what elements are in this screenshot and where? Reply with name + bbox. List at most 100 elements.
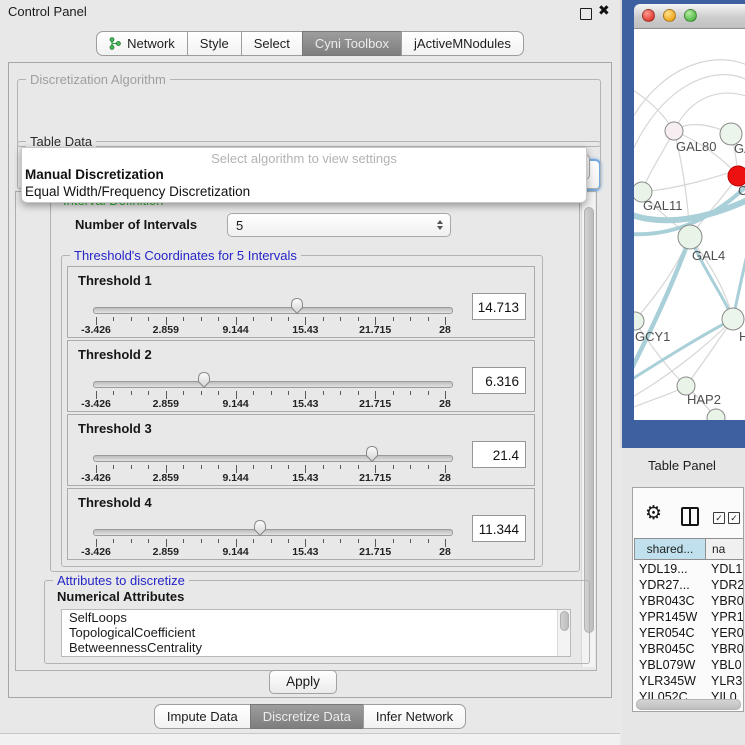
slider-tick (148, 317, 149, 321)
slider-tick (393, 465, 394, 469)
attribute-list-item[interactable]: SelfLoops (62, 610, 570, 625)
horizontal-scrollbar-thumb[interactable] (636, 699, 741, 710)
network-view-window: GAL80GACGAL11GAL4GCY1HHAP2 (634, 4, 745, 420)
settings-scroll-panel: Interval Definition Number of Intervals … (15, 191, 597, 671)
table-row[interactable]: YBL079WYBL0 (634, 658, 744, 674)
dropdown-option-equal-width[interactable]: Equal Width/Frequency Discretization (22, 183, 586, 200)
slider-tick-label: 28 (439, 546, 451, 558)
slider-track[interactable] (93, 455, 453, 462)
tab-discretize-data[interactable]: Discretize Data (250, 704, 364, 729)
slider-thumb[interactable] (364, 445, 380, 463)
slider-track[interactable] (93, 381, 453, 388)
tab-infer-network[interactable]: Infer Network (363, 704, 466, 729)
threshold-row: Threshold 3-3.4262.8599.14415.4321.71528… (67, 414, 535, 486)
top-tab-bar: Network Style Select Cyni Toolbox jActiveMNo… (0, 31, 620, 56)
table-row[interactable]: YDR27...YDR2 (634, 578, 744, 594)
network-node[interactable] (634, 312, 644, 330)
network-node[interactable] (722, 308, 744, 330)
float-window-icon[interactable] (580, 8, 592, 20)
number-of-intervals-combobox[interactable]: 5 (227, 213, 451, 237)
network-graph: GAL80GACGAL11GAL4GCY1HHAP2 (634, 29, 745, 420)
slider-track[interactable] (93, 529, 453, 536)
mac-minimize-button[interactable] (663, 9, 676, 22)
table-row[interactable]: YDL19...YDL1 (634, 562, 744, 578)
cell-shared-name: YBR045C (639, 642, 695, 656)
slider-tick-label: -3.426 (81, 324, 111, 336)
threshold-value-field[interactable]: 11.344 (472, 515, 526, 542)
table-row[interactable]: YBR045CYBR0 (634, 642, 744, 658)
threshold-label: Threshold 1 (78, 273, 152, 288)
gear-icon[interactable]: ⚙ (645, 504, 662, 523)
network-edge[interactable] (634, 60, 745, 124)
tab-label: Style (200, 36, 229, 51)
bottom-tab-bar: Impute Data Discretize DataInfer Network (0, 704, 620, 729)
checkbox-icon[interactable]: ✓ (713, 512, 725, 524)
cell-name: YBR0 (711, 594, 744, 608)
cell-name: YDL1 (711, 562, 742, 576)
node-label: GAL80 (676, 139, 716, 154)
tab-jactivemnodules[interactable]: jActiveMNodules (401, 31, 524, 56)
algorithm-dropdown-popup: Select algorithm to view settings Manual… (21, 147, 587, 203)
network-node[interactable] (678, 225, 702, 249)
slider-tick (288, 391, 289, 395)
threshold-value-field[interactable]: 6.316 (472, 367, 526, 394)
tab-impute-data[interactable]: Impute Data (154, 704, 251, 729)
slider-tick (113, 465, 114, 469)
table-row[interactable]: YPR145WYPR1 (634, 610, 744, 626)
table-row[interactable]: YBR043CYBR0 (634, 594, 744, 610)
network-edge[interactable] (686, 319, 733, 386)
network-canvas[interactable]: GAL80GACGAL11GAL4GCY1HHAP2 (634, 29, 745, 420)
slider-tick (131, 317, 132, 321)
column-header-name[interactable]: na (705, 538, 744, 560)
network-edge-highlighted[interactable] (634, 237, 690, 374)
slider-tick (340, 317, 341, 321)
slider-tick (183, 465, 184, 469)
thresholds-group: Threshold's Coordinates for 5 Intervals … (61, 255, 543, 567)
tab-select[interactable]: Select (241, 31, 303, 56)
tab-network[interactable]: Network (96, 31, 188, 56)
thresholds-legend: Threshold's Coordinates for 5 Intervals (70, 248, 301, 263)
threshold-value-field[interactable]: 14.713 (472, 293, 526, 320)
tab-label: Impute Data (167, 709, 238, 724)
slider-tick-label: 15.43 (292, 472, 318, 484)
slider-tick (323, 465, 324, 469)
dropdown-option-manual[interactable]: Manual Discretization (22, 166, 586, 183)
scrollbar-thumb[interactable] (584, 207, 594, 633)
tab-style[interactable]: Style (187, 31, 242, 56)
apply-button[interactable]: Apply (269, 670, 337, 694)
slider-tick (428, 317, 429, 321)
checkbox-icon[interactable]: ✓ (728, 512, 740, 524)
threshold-value-field[interactable]: 21.4 (472, 441, 526, 468)
table-row[interactable]: YER054CYER0 (634, 626, 744, 642)
columns-icon[interactable] (681, 507, 699, 526)
slider-thumb[interactable] (196, 371, 212, 389)
slider-thumb[interactable] (252, 519, 268, 537)
list-scrollbar-track[interactable] (557, 610, 570, 656)
tab-cyni-toolbox[interactable]: Cyni Toolbox (302, 31, 402, 56)
slider-thumb[interactable] (289, 297, 305, 315)
slider-tick (201, 317, 202, 321)
list-scrollbar-thumb[interactable] (560, 611, 569, 631)
slider-tick (253, 465, 254, 469)
slider-tick (201, 465, 202, 469)
close-icon[interactable]: ✖ (598, 2, 610, 19)
network-node[interactable] (665, 122, 683, 140)
slider-tick-label: 9.144 (222, 324, 248, 336)
slider-tick (410, 539, 411, 543)
node-table: ⚙ ✓ ✓ shared... na YDL19...YDL1YDR27...Y… (632, 487, 744, 712)
cell-name: YPR1 (711, 610, 744, 624)
attribute-list-item[interactable]: BetweennessCentrality (62, 640, 570, 655)
mac-close-button[interactable] (642, 9, 655, 22)
slider-tick (428, 539, 429, 543)
tab-label: Cyni Toolbox (315, 36, 389, 51)
slider-track[interactable] (93, 307, 453, 314)
network-window-titlebar[interactable] (634, 4, 745, 29)
table-row[interactable]: YLR345WYLR3 (634, 674, 744, 690)
attribute-list-item[interactable]: TopologicalCoefficient (62, 625, 570, 640)
column-header-shared-name[interactable]: shared... (634, 538, 706, 560)
slider-tick (340, 465, 341, 469)
dropdown-hint: Select algorithm to view settings (22, 148, 586, 166)
slider-tick-label: 15.43 (292, 324, 318, 336)
mac-zoom-button[interactable] (684, 9, 697, 22)
network-edge-highlighted[interactable] (733, 224, 745, 319)
